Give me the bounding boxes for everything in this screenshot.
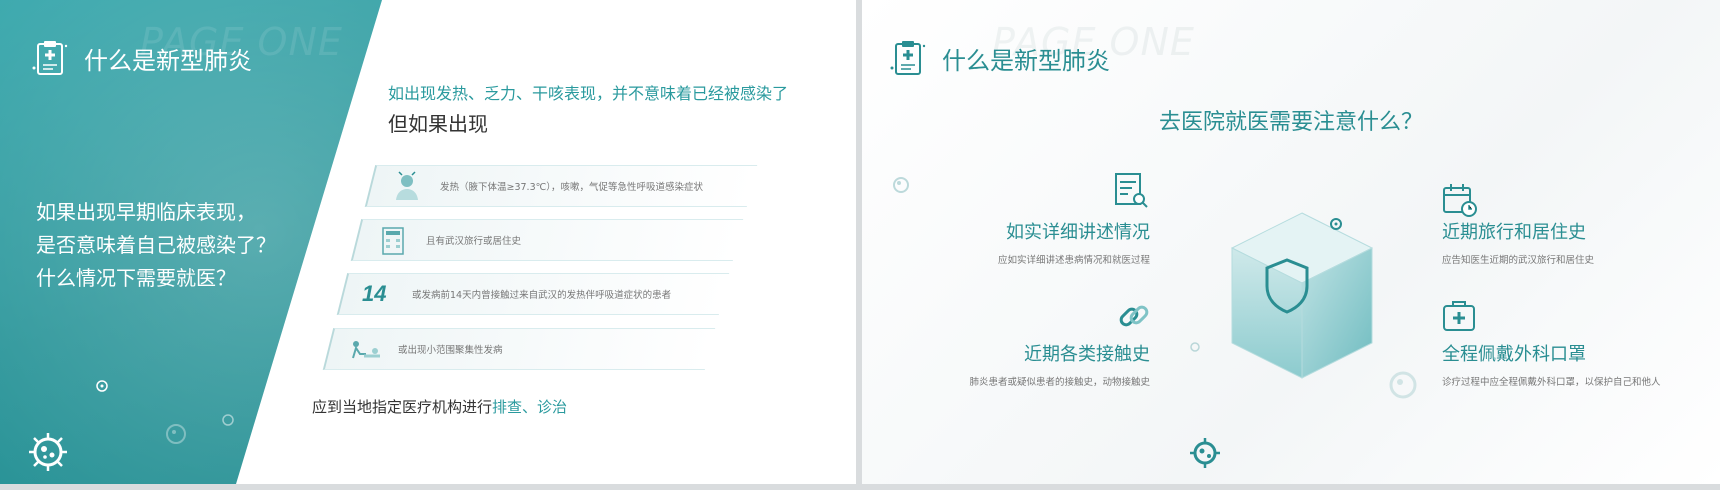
slide-2-header: 什么是新型肺炎 bbox=[888, 38, 1110, 78]
bottom-advice-highlight: 排查、诊治 bbox=[492, 398, 568, 416]
virus-icon-small bbox=[222, 414, 234, 426]
virus-icon-large bbox=[1190, 438, 1220, 468]
slide-1-title: 什么是新型肺炎 bbox=[84, 46, 252, 75]
slide-2: PAGE ONE 什么是新型肺炎 去医院就医需要注意什么？ 如实详细讲述情况 应… bbox=[862, 0, 1720, 484]
number-14-icon: 14 bbox=[362, 281, 387, 306]
virus-icon bbox=[96, 380, 108, 392]
symptom-row-hotel: 且有武汉旅行或居住史 bbox=[350, 219, 744, 261]
clipboard-medical-icon bbox=[890, 41, 926, 75]
symptom-text-cluster: 或出现小范围聚集性发病 bbox=[398, 345, 503, 356]
virus-icon bbox=[893, 177, 909, 193]
hotel-icon bbox=[382, 227, 404, 255]
info-block-travel: 近期旅行和居住史 应告知医生近期的武汉旅行和居住史 bbox=[1442, 218, 1594, 266]
symptom-text-fever: 发热（腋下体温≥37.3℃），咳嗽，气促等急性呼吸道感染症状 bbox=[440, 182, 704, 193]
group-patients-icon bbox=[352, 341, 380, 359]
block-title-describe: 如实详细讲述情况 bbox=[1006, 222, 1150, 243]
block-title-travel: 近期旅行和居住史 bbox=[1442, 222, 1586, 243]
block-title-contact: 近期各类接触史 bbox=[1024, 344, 1150, 365]
left-question-text: 如果出现早期临床表现， 是否意味着自己被感染了？ 什么情况下需要就医？ bbox=[36, 196, 356, 295]
symptom-row-fever: 发热（腋下体温≥37.3℃），咳嗽，气促等急性呼吸道感染症状 bbox=[364, 165, 758, 207]
block-title-mask: 全程佩戴外科口罩 bbox=[1442, 344, 1586, 365]
block-desc-describe: 应如实详细讲述患病情况和就医过程 bbox=[997, 255, 1150, 266]
calendar-clock-icon bbox=[1443, 184, 1477, 217]
document-search-icon bbox=[1115, 173, 1148, 208]
slide-1: PAGE ONE 什么是新型肺炎 如果出现早期临床表现， 是否意味着自己被感染了… bbox=[0, 0, 856, 484]
info-block-describe: 如实详细讲述情况 应如实详细讲述患病情况和就医过程 bbox=[998, 218, 1150, 266]
slide-1-header: 什么是新型肺炎 bbox=[30, 38, 252, 78]
medical-kit-icon bbox=[1443, 301, 1475, 331]
info-block-contact: 近期各类接触史 肺炎患者或疑似患者的接触史，动物接触史 bbox=[969, 340, 1150, 388]
slide-2-title: 什么是新型肺炎 bbox=[942, 46, 1110, 75]
clipboard-medical-icon bbox=[32, 41, 68, 75]
virus-icon-faint bbox=[1190, 342, 1200, 352]
virus-icon-faint-large bbox=[1389, 371, 1417, 399]
block-desc-contact: 肺炎患者或疑似患者的接触史，动物接触史 bbox=[969, 377, 1150, 388]
symptom-row-contact: 14 或发病前14天内曾接触过来自武汉的发热伴呼吸道症状的患者 bbox=[336, 273, 730, 315]
question-line-2: 是否意味着自己被感染了？ bbox=[36, 233, 276, 257]
link-icon bbox=[1119, 305, 1149, 327]
symptom-row-cluster: 或出现小范围聚集性发病 bbox=[322, 328, 716, 370]
bottom-advice: 应到当地指定医疗机构进行排查、诊治 bbox=[312, 396, 567, 417]
slide-2-center-title: 去医院就医需要注意什么？ bbox=[1158, 110, 1423, 135]
symptom-text-hotel: 且有武汉旅行或居住史 bbox=[426, 236, 522, 247]
lead-line-2: 但如果出现 bbox=[388, 112, 488, 136]
fever-person-icon bbox=[396, 171, 418, 200]
virus-icon-large bbox=[29, 433, 67, 471]
virus-icon-small bbox=[1330, 218, 1342, 230]
block-desc-mask: 诊疗过程中应全程佩戴外科口罩，以保护自己和他人 bbox=[1442, 377, 1661, 388]
bottom-advice-prefix: 应到当地指定医疗机构进行 bbox=[312, 398, 493, 416]
info-block-mask: 全程佩戴外科口罩 诊疗过程中应全程佩戴外科口罩，以保护自己和他人 bbox=[1442, 340, 1661, 388]
shield-cube-illustration bbox=[1230, 212, 1374, 379]
block-desc-travel: 应告知医生近期的武汉旅行和居住史 bbox=[1442, 255, 1595, 266]
symptom-text-contact: 或发病前14天内曾接触过来自武汉的发热伴呼吸道症状的患者 bbox=[412, 290, 672, 301]
question-line-1: 如果出现早期临床表现， bbox=[36, 200, 256, 224]
question-line-3: 什么情况下需要就医？ bbox=[36, 266, 236, 290]
virus-icon-faint bbox=[166, 424, 186, 444]
lead-line-1: 如出现发热、乏力、干咳表现，并不意味着已经被感染了 bbox=[388, 84, 789, 103]
